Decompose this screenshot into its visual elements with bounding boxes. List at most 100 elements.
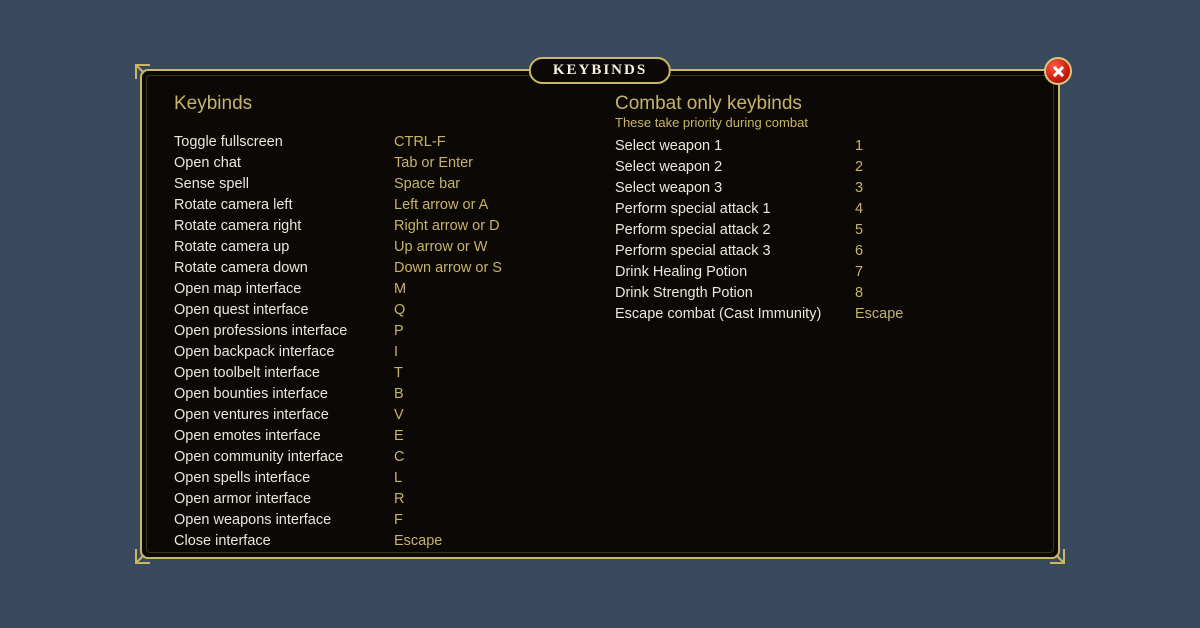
corner-ornament-br	[1048, 547, 1066, 565]
keybind-action: Perform special attack 2	[615, 220, 855, 241]
combat-keybinds-subheading: These take priority during combat	[615, 115, 1026, 130]
keybind-key: 1	[855, 136, 863, 157]
keybind-key: P	[394, 321, 404, 342]
keybind-action: Rotate camera left	[174, 195, 394, 216]
keybind-action: Select weapon 1	[615, 136, 855, 157]
keybind-row: Close interfaceEscape	[174, 531, 585, 552]
keybind-key: 8	[855, 283, 863, 304]
keybind-key: 3	[855, 178, 863, 199]
panel-title: KEYBINDS	[529, 57, 671, 84]
keybind-row: Drink Strength Potion8	[615, 283, 1026, 304]
keybind-key: Q	[394, 300, 405, 321]
keybind-action: Open map interface	[174, 279, 394, 300]
keybind-action: Open emotes interface	[174, 426, 394, 447]
keybind-row: Toggle fullscreenCTRL-F	[174, 132, 585, 153]
keybinds-panel: KEYBINDS Keybinds Toggle fullscreenCTRL-…	[140, 69, 1060, 559]
keybind-row: Sense spellSpace bar	[174, 174, 585, 195]
keybind-row: Open backpack interfaceI	[174, 342, 585, 363]
keybind-row: Open map interfaceM	[174, 279, 585, 300]
keybind-action: Open spells interface	[174, 468, 394, 489]
keybind-key: 4	[855, 199, 863, 220]
combat-keybinds-heading: Combat only keybinds	[615, 93, 1026, 115]
keybind-key: Escape	[394, 531, 442, 552]
close-button[interactable]	[1044, 57, 1072, 85]
keybind-key: M	[394, 279, 406, 300]
keybind-key: Left arrow or A	[394, 195, 488, 216]
keybind-row: Open spells interfaceL	[174, 468, 585, 489]
keybind-row: Select weapon 11	[615, 136, 1026, 157]
keybind-row: Perform special attack 25	[615, 220, 1026, 241]
keybind-action: Rotate camera right	[174, 216, 394, 237]
keybind-action: Open community interface	[174, 447, 394, 468]
keybind-action: Perform special attack 3	[615, 241, 855, 262]
keybind-row: Rotate camera rightRight arrow or D	[174, 216, 585, 237]
keybind-key: Tab or Enter	[394, 153, 473, 174]
keybind-key: L	[394, 468, 402, 489]
keybind-key: CTRL-F	[394, 132, 446, 153]
keybind-key: Escape	[855, 304, 903, 325]
general-keybinds-list: Toggle fullscreenCTRL-FOpen chatTab or E…	[174, 132, 585, 552]
keybind-row: Open quest interfaceQ	[174, 300, 585, 321]
keybind-action: Drink Strength Potion	[615, 283, 855, 304]
keybind-row: Open toolbelt interfaceT	[174, 363, 585, 384]
keybind-row: Drink Healing Potion7	[615, 262, 1026, 283]
keybind-action: Drink Healing Potion	[615, 262, 855, 283]
keybind-key: B	[394, 384, 404, 405]
keybind-row: Open weapons interfaceF	[174, 510, 585, 531]
keybind-key: 6	[855, 241, 863, 262]
keybind-row: Perform special attack 36	[615, 241, 1026, 262]
keybind-row: Open armor interfaceR	[174, 489, 585, 510]
keybind-row: Rotate camera leftLeft arrow or A	[174, 195, 585, 216]
keybind-row: Open emotes interfaceE	[174, 426, 585, 447]
keybind-key: T	[394, 363, 403, 384]
keybind-action: Open professions interface	[174, 321, 394, 342]
keybind-key: Space bar	[394, 174, 460, 195]
keybind-key: F	[394, 510, 403, 531]
keybind-action: Open weapons interface	[174, 510, 394, 531]
keybind-action: Select weapon 2	[615, 157, 855, 178]
keybind-action: Open toolbelt interface	[174, 363, 394, 384]
keybind-action: Perform special attack 1	[615, 199, 855, 220]
keybind-key: C	[394, 447, 404, 468]
keybind-key: R	[394, 489, 404, 510]
keybind-key: 7	[855, 262, 863, 283]
corner-ornament-tl	[134, 63, 152, 81]
keybind-action: Rotate camera down	[174, 258, 394, 279]
keybind-action: Open armor interface	[174, 489, 394, 510]
combat-keybinds-list: Select weapon 11Select weapon 22Select w…	[615, 136, 1026, 325]
keybind-action: Select weapon 3	[615, 178, 855, 199]
keybind-row: Perform special attack 14	[615, 199, 1026, 220]
keybind-row: Escape combat (Cast Immunity)Escape	[615, 304, 1026, 325]
combat-keybinds-column: Combat only keybinds These take priority…	[615, 93, 1026, 539]
keybind-key: 5	[855, 220, 863, 241]
corner-ornament-bl	[134, 547, 152, 565]
keybind-key: Down arrow or S	[394, 258, 502, 279]
general-keybinds-column: Keybinds Toggle fullscreenCTRL-FOpen cha…	[174, 93, 585, 539]
keybind-key: E	[394, 426, 404, 447]
keybind-key: I	[394, 342, 398, 363]
keybind-row: Rotate camera upUp arrow or W	[174, 237, 585, 258]
keybind-row: Open community interfaceC	[174, 447, 585, 468]
keybind-row: Open ventures interfaceV	[174, 405, 585, 426]
general-keybinds-heading: Keybinds	[174, 93, 585, 115]
keybind-action: Rotate camera up	[174, 237, 394, 258]
keybind-action: Open ventures interface	[174, 405, 394, 426]
keybind-key: Right arrow or D	[394, 216, 500, 237]
keybind-row: Select weapon 33	[615, 178, 1026, 199]
keybind-action: Open bounties interface	[174, 384, 394, 405]
keybind-action: Close interface	[174, 531, 394, 552]
keybind-key: Up arrow or W	[394, 237, 487, 258]
keybind-row: Rotate camera downDown arrow or S	[174, 258, 585, 279]
keybind-row: Open bounties interfaceB	[174, 384, 585, 405]
keybind-row: Select weapon 22	[615, 157, 1026, 178]
panel-content: Keybinds Toggle fullscreenCTRL-FOpen cha…	[142, 71, 1058, 557]
keybind-row: Open chatTab or Enter	[174, 153, 585, 174]
keybind-action: Open chat	[174, 153, 394, 174]
keybind-key: V	[394, 405, 404, 426]
keybind-key: 2	[855, 157, 863, 178]
keybind-action: Open backpack interface	[174, 342, 394, 363]
keybind-row: Open professions interfaceP	[174, 321, 585, 342]
keybind-action: Open quest interface	[174, 300, 394, 321]
keybind-action: Escape combat (Cast Immunity)	[615, 304, 855, 325]
keybind-action: Sense spell	[174, 174, 394, 195]
